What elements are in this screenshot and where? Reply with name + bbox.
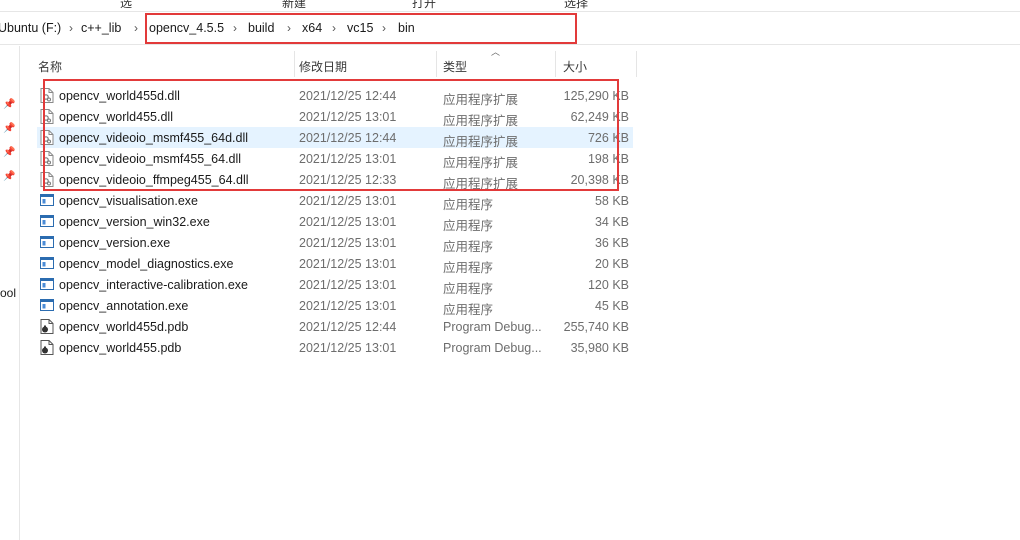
column-divider[interactable]	[294, 51, 295, 77]
file-size: 58 KB	[594, 194, 629, 208]
navigation-pane[interactable]: 📌 📌 📌 📌 ool	[0, 46, 20, 540]
file-date: 2021/12/25 13:01	[299, 236, 397, 250]
pin-icon[interactable]: 📌	[3, 99, 15, 110]
file-size: 35,980 KB	[570, 341, 629, 355]
column-divider[interactable]	[555, 51, 556, 77]
file-size: 120 KB	[587, 278, 629, 292]
exe-file-icon	[40, 256, 54, 271]
file-type: Program Debug...	[443, 341, 542, 355]
breadcrumb-separator-icon[interactable]: ›	[134, 21, 138, 35]
file-name: opencv_model_diagnostics.exe	[59, 257, 234, 271]
file-row[interactable]: opencv_world455d.pdb 2021/12/25 12:44 Prog…	[37, 316, 633, 337]
file-row[interactable]: opencv_version_win32.exe 2021/12/25 13:01…	[37, 211, 633, 233]
breadcrumb-c-lib[interactable]: c++_lib	[81, 21, 121, 35]
file-date: 2021/12/25 13:01	[299, 257, 397, 271]
file-date: 2021/12/25 12:44	[299, 320, 397, 334]
file-name: opencv_annotation.exe	[59, 299, 189, 313]
file-date: 2021/12/25 13:01	[299, 341, 397, 355]
nav-item-partial[interactable]: ool	[0, 286, 16, 300]
pdb-file-icon	[40, 340, 54, 355]
exe-file-icon	[40, 235, 54, 250]
file-size: 45 KB	[594, 299, 629, 313]
ribbon-item[interactable]: 选	[120, 0, 132, 11]
file-row[interactable]: opencv_model_diagnostics.exe 2021/12/25 1…	[37, 253, 633, 275]
ribbon-item[interactable]: 选择	[564, 0, 588, 11]
file-row[interactable]: opencv_interactive-calibration.exe 2021/1…	[37, 274, 633, 296]
file-name: opencv_world455d.pdb	[59, 320, 189, 334]
exe-file-icon	[40, 193, 54, 208]
exe-file-icon	[40, 277, 54, 292]
exe-file-icon	[40, 298, 54, 313]
file-size: 255,740 KB	[563, 320, 629, 334]
file-row[interactable]: opencv_annotation.exe 2021/12/25 13:01 应用程…	[37, 295, 633, 317]
file-date: 2021/12/25 13:01	[299, 278, 397, 292]
ribbon-item[interactable]: 打开	[412, 0, 436, 11]
file-type: Program Debug...	[443, 320, 542, 334]
file-date: 2021/12/25 13:01	[299, 215, 397, 229]
file-date: 2021/12/25 13:01	[299, 299, 397, 313]
file-row[interactable]: opencv_visualisation.exe 2021/12/25 13:01…	[37, 190, 633, 212]
file-date: 2021/12/25 13:01	[299, 194, 397, 208]
file-name: opencv_visualisation.exe	[59, 194, 198, 208]
column-divider[interactable]	[636, 51, 637, 77]
column-header: 名称 修改日期 类型 大小	[20, 51, 640, 77]
ribbon-strip: 选 新建 打开 选择	[0, 0, 1020, 12]
file-name: opencv_version_win32.exe	[59, 215, 210, 229]
column-date[interactable]: 修改日期	[299, 58, 347, 75]
file-name: opencv_version.exe	[59, 236, 171, 250]
file-row[interactable]: opencv_version.exe 2021/12/25 13:01 应用程序 36…	[37, 232, 633, 254]
pin-icon[interactable]: 📌	[3, 171, 15, 182]
file-name: opencv_interactive-calibration.exe	[59, 278, 248, 292]
address-highlight-box	[145, 13, 577, 44]
file-size: 20 KB	[594, 257, 629, 271]
column-size[interactable]: 大小	[563, 58, 587, 75]
breadcrumb-separator-icon[interactable]: ›	[69, 21, 73, 35]
file-size: 34 KB	[594, 215, 629, 229]
file-size: 36 KB	[594, 236, 629, 250]
column-name[interactable]: 名称	[38, 58, 62, 75]
file-name: opencv_world455.pdb	[59, 341, 182, 355]
file-row[interactable]: opencv_world455.pdb 2021/12/25 13:01 Progr…	[37, 337, 633, 358]
ribbon-item[interactable]: 新建	[282, 0, 306, 11]
files-highlight-box	[43, 79, 619, 191]
column-type[interactable]: 类型	[443, 58, 467, 75]
breadcrumb-drive[interactable]: Ubuntu (F:)	[0, 21, 61, 35]
column-divider[interactable]	[436, 51, 437, 77]
pdb-file-icon	[40, 319, 54, 334]
exe-file-icon	[40, 214, 54, 229]
pin-icon[interactable]: 📌	[3, 147, 15, 158]
pin-icon[interactable]: 📌	[3, 123, 15, 134]
